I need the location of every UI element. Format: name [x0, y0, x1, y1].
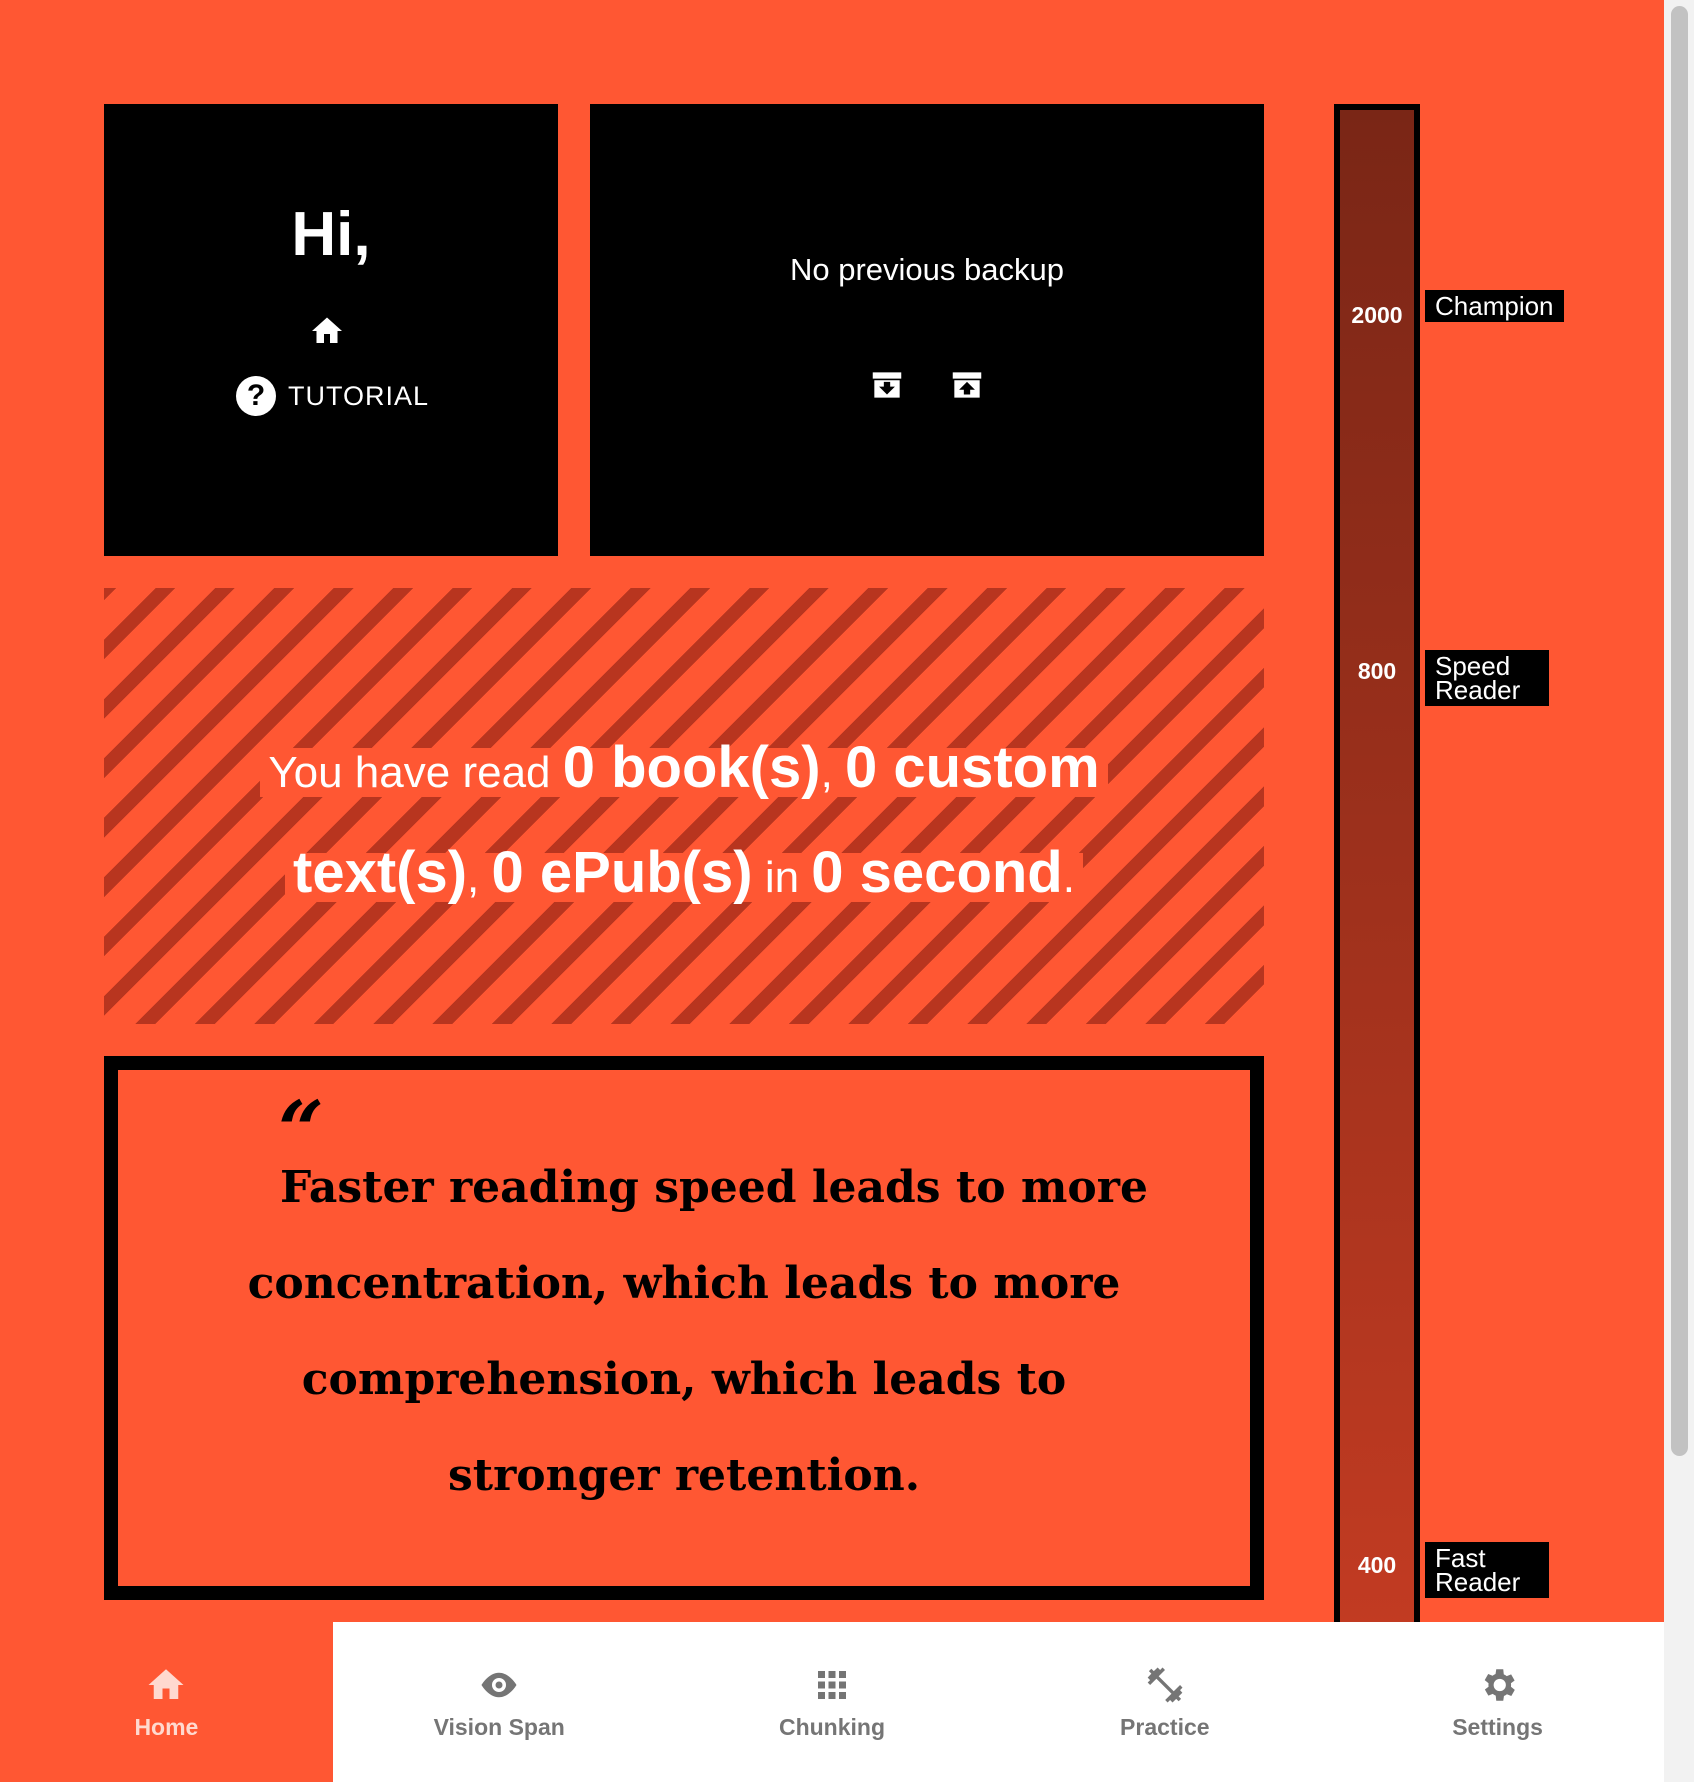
- nav-label-practice: Practice: [1120, 1713, 1210, 1740]
- stats-separator: ,: [820, 748, 833, 797]
- dumbbell-icon: [1147, 1667, 1183, 1702]
- nav-label-vision-span: Vision Span: [433, 1713, 565, 1740]
- nav-label-chunking: Chunking: [778, 1713, 886, 1740]
- greeting-card: Hi, ? TUTORIAL: [104, 104, 558, 556]
- quote-panel: “ Faster reading speed leads to more con…: [104, 1056, 1264, 1600]
- speed-meter: [1334, 104, 1420, 1630]
- nav-label-settings: Settings: [1452, 1713, 1543, 1740]
- stats-separator: ,: [467, 853, 480, 902]
- help-icon: ?: [236, 376, 276, 416]
- meter-value-speed-reader: 800: [1357, 658, 1397, 684]
- nav-vision-span[interactable]: Vision Span: [333, 1622, 666, 1782]
- stats-books: 0 book(s): [562, 735, 821, 800]
- nav-chunking[interactable]: Chunking: [666, 1622, 999, 1782]
- home-button[interactable]: [307, 313, 347, 349]
- backup-download-button[interactable]: [868, 366, 906, 404]
- archive-download-icon: [872, 372, 902, 398]
- level-tag-speed-reader: Speed Reader: [1425, 650, 1549, 706]
- tutorial-button[interactable]: ? TUTORIAL: [236, 376, 429, 416]
- eye-icon: [481, 1672, 517, 1697]
- home-icon: [312, 317, 342, 343]
- scrollbar-thumb[interactable]: [1671, 6, 1688, 1456]
- backup-card: No previous backup: [590, 104, 1264, 556]
- stats-time: 0 second: [811, 840, 1063, 905]
- tutorial-label: TUTORIAL: [288, 380, 430, 411]
- nav-practice[interactable]: Practice: [998, 1622, 1331, 1782]
- stats-intro: You have read: [268, 748, 551, 797]
- stats-end: .: [1062, 853, 1075, 902]
- meter-value-fast-reader: 400: [1357, 1552, 1397, 1578]
- gear-icon: [1484, 1668, 1515, 1701]
- level-tag-champion: Champion: [1425, 290, 1564, 322]
- nav-home[interactable]: Home: [0, 1622, 333, 1782]
- meter-value-champion: 2000: [1351, 302, 1403, 328]
- reading-stats-panel: You have read 0 book(s), 0 custom text(s…: [104, 588, 1264, 1024]
- bottom-navigation: Home Vision Span Chunking Practice Setti…: [0, 1622, 1664, 1782]
- quote-text: Faster reading speed leads to more conce…: [247, 1162, 1148, 1501]
- greeting-title: Hi,: [291, 200, 371, 269]
- level-tag-fast-reader: Fast Reader: [1425, 1542, 1549, 1598]
- backup-status: No previous backup: [790, 252, 1064, 287]
- nav-settings[interactable]: Settings: [1331, 1622, 1664, 1782]
- archive-upload-icon: [952, 372, 982, 398]
- stats-in: in: [764, 853, 800, 902]
- reading-stats-text: You have read 0 book(s), 0 custom text(s…: [254, 718, 1114, 928]
- backup-upload-button[interactable]: [948, 366, 986, 404]
- home-icon: [148, 1668, 184, 1699]
- nav-label-home: Home: [134, 1713, 199, 1740]
- stats-epubs: 0 ePub(s): [491, 840, 753, 905]
- grid-icon: [817, 1670, 846, 1699]
